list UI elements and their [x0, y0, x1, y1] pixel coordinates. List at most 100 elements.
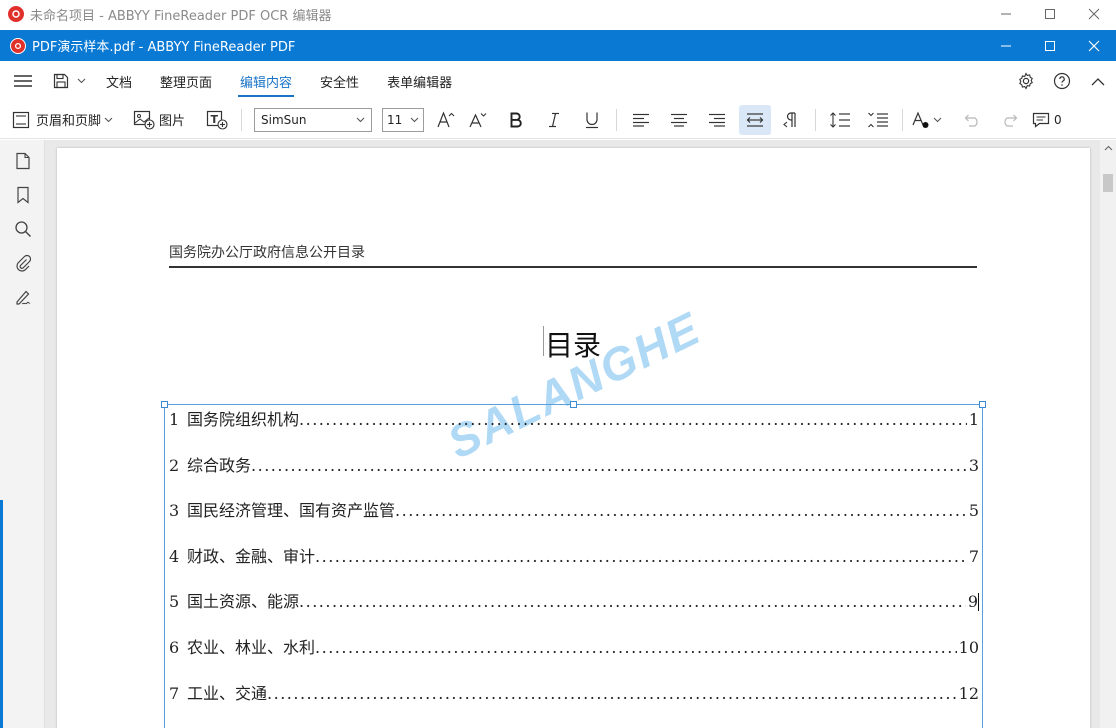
inner-maximize-button[interactable]: [1028, 30, 1072, 61]
toc-entry-page: 9: [967, 592, 978, 612]
underline-icon[interactable]: [576, 105, 608, 135]
toc-entry-page: 5: [968, 501, 979, 521]
left-sidebar: [0, 140, 45, 728]
abbyy-logo-icon: [10, 37, 26, 54]
collapse-ribbon-chevron-icon[interactable]: [1080, 61, 1116, 101]
bookmark-icon[interactable]: [0, 178, 45, 212]
toc-entry-text: 工业、交通: [187, 683, 268, 703]
toc-entry[interactable]: 1 国务院组织机构 ..............................…: [169, 408, 979, 454]
text-color-button[interactable]: [911, 105, 942, 135]
save-dropdown-chevron-icon[interactable]: [74, 70, 88, 92]
tab-document[interactable]: 文档: [92, 61, 146, 101]
document-page[interactable]: 国务院办公厅政府信息公开目录 目录 SALANGHE 1 国务院组织机构 ...…: [57, 148, 1090, 728]
save-icon[interactable]: [50, 70, 72, 92]
image-icon: [133, 110, 155, 130]
toc-entry[interactable]: 2 综合政务 .................................…: [169, 454, 979, 500]
toc-entry[interactable]: 4 财政、金融、审计 .............................…: [169, 545, 979, 591]
title-text-cursor: [543, 326, 544, 356]
toc-entry-number: 5: [169, 592, 180, 612]
comments-button[interactable]: 0: [1032, 105, 1062, 135]
font-size-select[interactable]: 11: [382, 107, 425, 132]
header-footer-button[interactable]: 页眉和页脚: [12, 105, 113, 135]
undo-icon[interactable]: [956, 105, 988, 135]
paragraph-spacing-icon[interactable]: [862, 105, 894, 135]
toc-leader-dots: ........................................…: [299, 410, 967, 429]
toolbar-separator: [241, 108, 243, 131]
resize-handle-top-center[interactable]: [570, 401, 577, 408]
insert-image-button[interactable]: 图片: [133, 105, 185, 135]
outer-maximize-button[interactable]: [1028, 0, 1072, 28]
vertical-scrollbar[interactable]: [1100, 140, 1116, 728]
redo-icon[interactable]: [994, 105, 1026, 135]
toc-entry-number: 1: [169, 410, 180, 429]
hamburger-menu-icon[interactable]: [12, 70, 34, 92]
scrollbar-thumb[interactable]: [1103, 174, 1113, 192]
settings-gear-icon[interactable]: [1008, 61, 1044, 101]
toolbar-separator: [815, 108, 817, 131]
toc-leader-dots: ........................................…: [395, 501, 967, 521]
toc-entry-page: 12: [958, 683, 979, 703]
toc-entry-page: 10: [958, 637, 979, 657]
comment-icon: [1032, 112, 1050, 128]
italic-icon[interactable]: [538, 105, 570, 135]
toc-entry-number: 7: [169, 683, 180, 703]
insert-image-label: 图片: [159, 114, 186, 129]
chevron-down-icon: [933, 117, 942, 122]
toc-leader-dots: ........................................…: [315, 637, 957, 657]
toc-entry-text: 综合政务: [187, 455, 252, 475]
header-footer-icon: [12, 111, 30, 128]
help-icon[interactable]: [1044, 61, 1080, 101]
outer-minimize-button[interactable]: [984, 0, 1028, 28]
align-right-icon[interactable]: [701, 105, 733, 135]
increase-font-size-icon[interactable]: [430, 105, 462, 135]
signature-pen-icon[interactable]: [0, 280, 45, 314]
bold-icon[interactable]: [500, 105, 532, 135]
paragraph-direction-icon[interactable]: [775, 105, 807, 135]
tab-edit-content[interactable]: 编辑内容: [226, 61, 306, 101]
justify-icon[interactable]: [739, 104, 772, 135]
toc-list: 1 国务院组织机构 ..............................…: [169, 408, 979, 727]
toolbar-separator: [902, 108, 904, 131]
tab-form-editor[interactable]: 表单编辑器: [373, 61, 466, 101]
toc-leader-dots: ........................................…: [315, 546, 967, 566]
text-cursor: [978, 593, 979, 612]
decrease-font-size-icon[interactable]: [462, 105, 494, 135]
line-spacing-icon[interactable]: [824, 105, 856, 135]
toc-leader-dots: ........................................…: [267, 683, 957, 703]
header-rule: [169, 266, 977, 268]
header-footer-label: 页眉和页脚: [36, 114, 102, 129]
page-header-text[interactable]: 国务院办公厅政府信息公开目录: [169, 242, 365, 262]
toc-entry[interactable]: 5 国土资源、能源 ..............................…: [169, 590, 979, 636]
search-icon[interactable]: [0, 212, 45, 246]
inner-minimize-button[interactable]: [984, 30, 1028, 61]
resize-handle-top-left[interactable]: [161, 401, 168, 408]
svg-text:T: T: [211, 113, 219, 126]
toc-entry-page: 3: [968, 455, 979, 475]
chevron-down-icon: [104, 117, 113, 122]
align-left-icon[interactable]: [625, 105, 657, 135]
tab-security[interactable]: 安全性: [306, 61, 373, 101]
toc-entry[interactable]: 3 国民经济管理、国有资产监管 ........................…: [169, 499, 979, 545]
insert-text-block-icon[interactable]: T: [201, 105, 233, 135]
scroll-up-chevron-icon[interactable]: [1100, 140, 1116, 156]
chevron-down-icon: [356, 117, 365, 122]
toc-entry-text: 农业、林业、水利: [187, 637, 316, 657]
attachment-icon[interactable]: [0, 246, 45, 280]
toc-entry-number: 2: [169, 455, 180, 475]
align-center-icon[interactable]: [663, 105, 695, 135]
outer-window-title: 未命名项目 - ABBYY FineReader PDF OCR 编辑器: [30, 8, 332, 24]
document-canvas[interactable]: 国务院办公厅政府信息公开目录 目录 SALANGHE 1 国务院组织机构 ...…: [45, 140, 1100, 728]
window-accent-edge: [0, 500, 3, 728]
edit-toolbar: 页眉和页脚 图片 T SimSun 11 0: [0, 101, 1116, 139]
pages-panel-icon[interactable]: [0, 144, 45, 178]
inner-title-bar: PDF演示样本.pdf - ABBYY FineReader PDF: [0, 30, 1116, 61]
outer-close-button[interactable]: [1072, 0, 1116, 28]
resize-handle-top-right[interactable]: [979, 401, 986, 408]
toc-entry[interactable]: 7 工业、交通 ................................…: [169, 682, 979, 728]
font-family-select[interactable]: SimSun: [254, 107, 373, 132]
toc-entry-text: 国民经济管理、国有资产监管: [187, 501, 396, 521]
inner-close-button[interactable]: [1072, 30, 1116, 61]
toc-entry[interactable]: 6 农业、林业、水利 .............................…: [169, 636, 979, 682]
toc-entry-page: 1: [968, 410, 979, 429]
tab-organize-pages[interactable]: 整理页面: [146, 61, 226, 101]
